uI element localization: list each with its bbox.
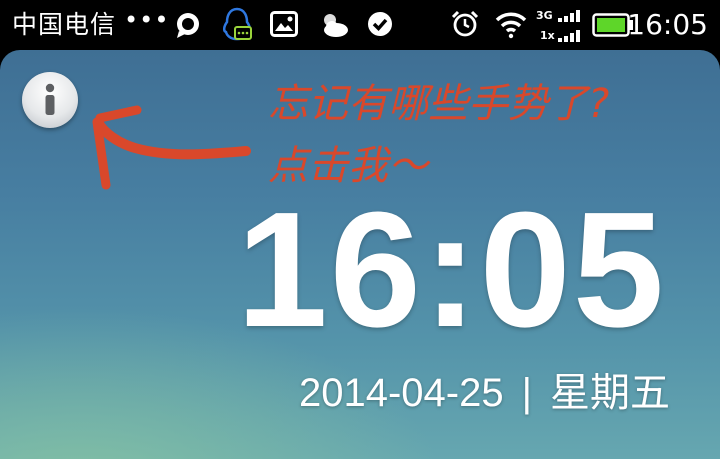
lock-screen-time: 16:05 <box>236 178 666 361</box>
network-type-1x: 1x <box>540 29 555 42</box>
qq-penguin-icon <box>222 7 252 41</box>
signal-icon <box>558 10 580 42</box>
chat-bubble-icon <box>177 13 199 38</box>
wifi-icon <box>495 12 527 39</box>
date-separator: | <box>521 371 532 415</box>
status-bar-time: 16:05 <box>627 8 708 41</box>
alarm-icon <box>451 10 479 37</box>
check-circle-icon <box>368 12 392 36</box>
status-bar: 中国电信 ••• 3G 1x 16:05 <box>0 0 720 50</box>
gesture-hint-line1: 忘记有哪些手势了? <box>268 81 610 127</box>
lock-screen: 忘记有哪些手势了? 点击我～ 16:05 2014-04-25 | 星期五 <box>0 50 720 459</box>
network-type-3g: 3G <box>536 9 553 22</box>
lock-screen-date-row: 2014-04-25 | 星期五 <box>299 368 670 418</box>
notification-dots: ••• <box>124 6 170 34</box>
lock-screen-weekday: 星期五 <box>550 371 670 415</box>
carrier-name: 中国电信 <box>12 10 117 39</box>
weather-icon <box>324 14 348 37</box>
gallery-icon <box>270 11 298 37</box>
lock-screen-date: 2014-04-25 <box>299 371 504 415</box>
